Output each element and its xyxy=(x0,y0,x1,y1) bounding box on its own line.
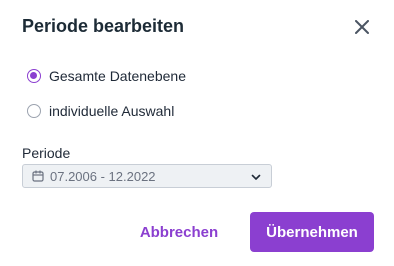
period-label: Periode xyxy=(22,145,71,161)
chevron-down-icon xyxy=(251,174,261,180)
radio-label: individuelle Auswahl xyxy=(49,103,175,119)
cancel-button[interactable]: Abbrechen xyxy=(130,212,228,252)
period-select[interactable]: 07.2006 - 12.2022 xyxy=(22,164,272,188)
radio-button-unselected[interactable] xyxy=(27,104,41,118)
close-button[interactable] xyxy=(351,16,373,38)
calendar-icon xyxy=(32,170,44,182)
radio-label: Gesamte Datenebene xyxy=(49,68,186,84)
period-value: 07.2006 - 12.2022 xyxy=(50,168,156,184)
radio-button-selected[interactable] xyxy=(27,69,41,83)
dialog-title: Periode bearbeiten xyxy=(22,16,185,36)
edit-period-dialog: Periode bearbeiten Gesamte Datenebene in… xyxy=(0,0,394,266)
radio-option-individuelle-auswahl[interactable]: individuelle Auswahl xyxy=(27,101,174,121)
radio-option-gesamte-datenebene[interactable]: Gesamte Datenebene xyxy=(27,66,186,86)
apply-button[interactable]: Übernehmen xyxy=(250,212,374,252)
close-icon xyxy=(355,20,369,34)
